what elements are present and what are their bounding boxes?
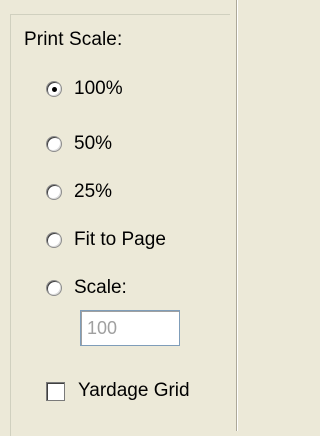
radio-50-percent[interactable]: 50% [46, 130, 112, 158]
yardage-grid-label: Yardage Grid [78, 380, 190, 401]
radio-25-percent[interactable]: 25% [46, 178, 112, 206]
radio-unselected-icon[interactable] [46, 232, 62, 248]
radio-100-percent[interactable]: 100% [46, 75, 123, 103]
radio-selected-icon[interactable] [46, 81, 62, 97]
scale-value-input[interactable] [80, 310, 180, 346]
print-scale-panel: Print Scale: 100% 50% 25% Fit to Page Sc… [0, 0, 249, 436]
radio-label-scale: Scale: [74, 277, 127, 298]
radio-unselected-icon[interactable] [46, 184, 62, 200]
radio-label-25-percent: 25% [74, 181, 113, 202]
yardage-grid-checkbox-row[interactable]: Yardage Grid [46, 377, 190, 405]
radio-scale[interactable]: Scale: [46, 274, 127, 302]
radio-unselected-icon[interactable] [46, 136, 62, 152]
radio-fit-to-page[interactable]: Fit to Page [46, 226, 166, 254]
vertical-divider [236, 0, 238, 431]
radio-label-50-percent: 50% [74, 133, 113, 154]
print-scale-title: Print Scale: [22, 29, 125, 51]
radio-label-100-percent: 100% [74, 78, 123, 99]
radio-unselected-icon[interactable] [46, 280, 62, 296]
yardage-grid-checkbox[interactable] [46, 381, 65, 401]
radio-label-fit-to-page: Fit to Page [74, 229, 166, 250]
